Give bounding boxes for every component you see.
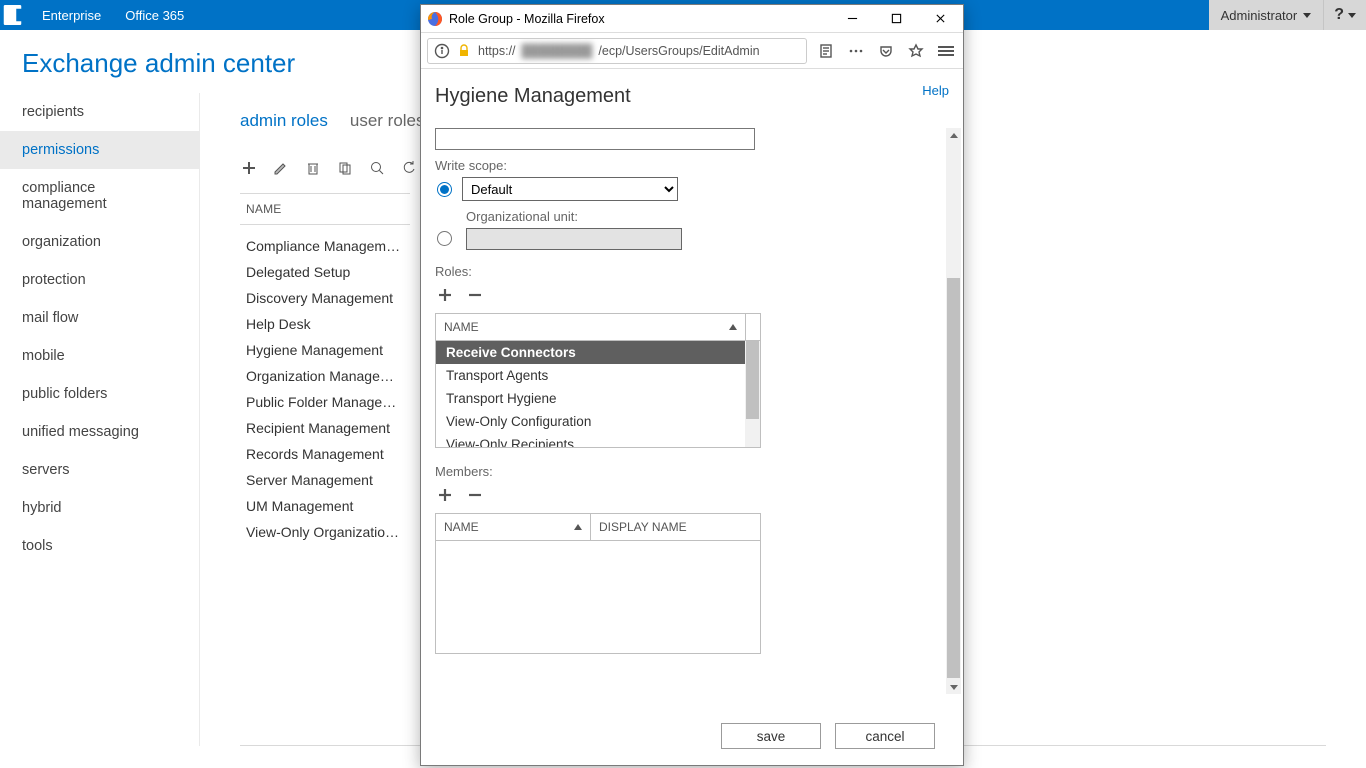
- url-input[interactable]: https:// ████████ /ecp/UsersGroups/EditA…: [427, 38, 807, 64]
- list-item[interactable]: Hygiene Management: [240, 337, 410, 363]
- sidebar-item-hybrid[interactable]: hybrid: [0, 489, 199, 527]
- list-item[interactable]: Discovery Management: [240, 285, 410, 311]
- roles-scrollbar[interactable]: [745, 341, 760, 447]
- list-item[interactable]: Delegated Setup: [240, 259, 410, 285]
- scroll-down-icon: [950, 685, 958, 690]
- page-actions-icon[interactable]: [845, 40, 867, 62]
- list-item[interactable]: Server Management: [240, 467, 410, 493]
- copy-button[interactable]: [336, 159, 354, 177]
- chevron-down-icon: [1303, 13, 1311, 18]
- roles-row[interactable]: View-Only Configuration: [436, 410, 760, 433]
- cancel-button[interactable]: cancel: [835, 723, 935, 749]
- delete-button[interactable]: [304, 159, 322, 177]
- help-icon: ?: [1334, 6, 1344, 24]
- sidebar-item-servers[interactable]: servers: [0, 451, 199, 489]
- members-displayname-column[interactable]: DISPLAY NAME: [591, 514, 760, 540]
- sidebar: recipients permissions compliance manage…: [0, 93, 200, 746]
- sidebar-item-publicfolders[interactable]: public folders: [0, 375, 199, 413]
- bookmark-star-icon[interactable]: [905, 40, 927, 62]
- chevron-down-icon: [1348, 13, 1356, 18]
- list-column-header[interactable]: NAME: [240, 193, 410, 225]
- browser-url-bar: https:// ████████ /ecp/UsersGroups/EditA…: [421, 33, 963, 69]
- list-item[interactable]: Help Desk: [240, 311, 410, 337]
- url-suffix: /ecp/UsersGroups/EditAdmin: [598, 44, 759, 58]
- sidebar-item-unifiedmessaging[interactable]: unified messaging: [0, 413, 199, 451]
- role-group-list: Compliance Management Delegated Setup Di…: [240, 225, 410, 545]
- save-button[interactable]: save: [721, 723, 821, 749]
- scope-default-radio[interactable]: [437, 182, 452, 197]
- window-title: Role Group - Mozilla Firefox: [449, 12, 827, 26]
- members-grid: NAME DISPLAY NAME: [435, 513, 761, 654]
- sidebar-item-compliance[interactable]: compliance management: [0, 169, 199, 223]
- list-item[interactable]: Records Management: [240, 441, 410, 467]
- maximize-button[interactable]: [877, 6, 915, 32]
- roles-row[interactable]: Receive Connectors: [436, 341, 760, 364]
- url-masked: ████████: [522, 44, 593, 58]
- roles-add-button[interactable]: [435, 285, 455, 305]
- sort-asc-icon: [574, 524, 582, 530]
- url-prefix: https://: [478, 44, 516, 58]
- members-label: Members:: [435, 464, 949, 479]
- info-icon: [434, 43, 450, 59]
- reader-mode-icon[interactable]: [815, 40, 837, 62]
- dialog-footer: save cancel: [421, 717, 963, 765]
- menu-hamburger-icon[interactable]: [935, 40, 957, 62]
- user-menu-label: Administrator: [1221, 8, 1298, 23]
- lock-warning-icon: [456, 43, 472, 59]
- roles-column-header[interactable]: NAME: [436, 314, 745, 340]
- members-remove-button[interactable]: [465, 485, 485, 505]
- list-item[interactable]: View-Only Organization Management: [240, 519, 410, 545]
- form-scrollbar[interactable]: [946, 128, 961, 694]
- refresh-button[interactable]: [400, 159, 418, 177]
- close-button[interactable]: [921, 6, 959, 32]
- scroll-up-icon: [950, 133, 958, 138]
- members-name-column[interactable]: NAME: [436, 514, 591, 540]
- dialog-heading: Hygiene Management: [435, 85, 949, 108]
- scope-select[interactable]: Default: [462, 177, 678, 201]
- app-launcher-icon[interactable]: [0, 0, 30, 30]
- ribbon-tab-office365[interactable]: Office 365: [113, 0, 196, 30]
- roles-row[interactable]: Transport Hygiene: [436, 387, 760, 410]
- members-add-button[interactable]: [435, 485, 455, 505]
- edit-button[interactable]: [272, 159, 290, 177]
- roles-grid: NAME Receive Connectors Transport Agents…: [435, 313, 761, 448]
- roles-label: Roles:: [435, 264, 949, 279]
- members-grid-body[interactable]: [436, 541, 760, 653]
- roles-row[interactable]: Transport Agents: [436, 364, 760, 387]
- tab-user-roles[interactable]: user roles: [350, 111, 425, 131]
- list-item[interactable]: Organization Management: [240, 363, 410, 389]
- sidebar-item-mailflow[interactable]: mail flow: [0, 299, 199, 337]
- firefox-icon: [427, 11, 443, 27]
- sidebar-item-recipients[interactable]: recipients: [0, 93, 199, 131]
- list-item[interactable]: Public Folder Management: [240, 389, 410, 415]
- help-menu[interactable]: ?: [1323, 0, 1366, 30]
- pocket-icon[interactable]: [875, 40, 897, 62]
- list-item[interactable]: Recipient Management: [240, 415, 410, 441]
- roles-row[interactable]: View-Only Recipients: [436, 433, 760, 447]
- new-button[interactable]: [240, 159, 258, 177]
- tab-admin-roles[interactable]: admin roles: [240, 111, 328, 131]
- sidebar-item-organization[interactable]: organization: [0, 223, 199, 261]
- dialog-body: Help Hygiene Management Write scope: Def…: [421, 69, 963, 717]
- role-group-dialog: Role Group - Mozilla Firefox https:// ██…: [420, 4, 964, 766]
- user-menu[interactable]: Administrator: [1209, 0, 1324, 30]
- roles-remove-button[interactable]: [465, 285, 485, 305]
- help-link[interactable]: Help: [922, 83, 949, 98]
- sidebar-item-protection[interactable]: protection: [0, 261, 199, 299]
- description-input[interactable]: [435, 128, 755, 150]
- ou-label: Organizational unit:: [466, 209, 682, 224]
- ribbon-tab-enterprise[interactable]: Enterprise: [30, 0, 113, 30]
- search-button[interactable]: [368, 159, 386, 177]
- ou-input[interactable]: [466, 228, 682, 250]
- scope-ou-radio[interactable]: [437, 231, 452, 246]
- sidebar-item-mobile[interactable]: mobile: [0, 337, 199, 375]
- list-item[interactable]: UM Management: [240, 493, 410, 519]
- list-item[interactable]: Compliance Management: [240, 233, 410, 259]
- sidebar-item-permissions[interactable]: permissions: [0, 131, 199, 169]
- sort-asc-icon: [729, 324, 737, 330]
- minimize-button[interactable]: [833, 6, 871, 32]
- window-titlebar[interactable]: Role Group - Mozilla Firefox: [421, 5, 963, 33]
- sidebar-item-tools[interactable]: tools: [0, 527, 199, 565]
- write-scope-label: Write scope:: [435, 158, 949, 173]
